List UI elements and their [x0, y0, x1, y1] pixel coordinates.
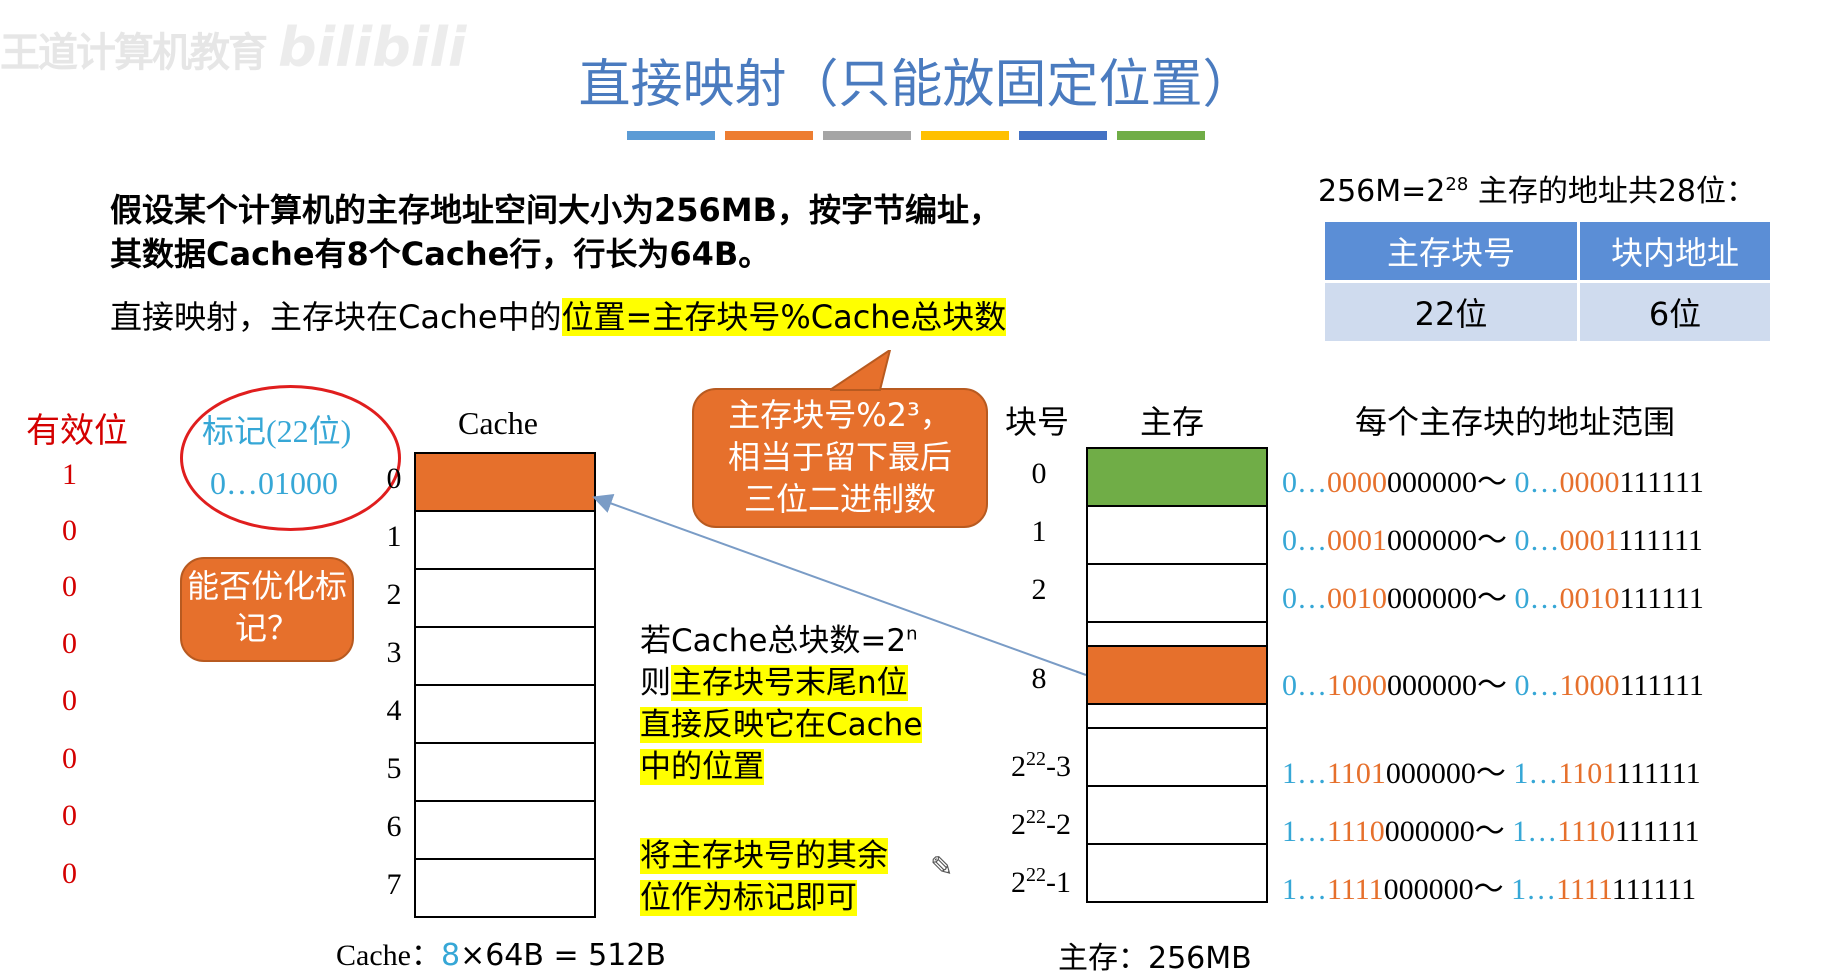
range-start-index: 1000 [1327, 669, 1387, 702]
address-range-row: 0…0000000000～ 0…0000111111 [1282, 457, 1704, 501]
range-start-offset: 000000 [1387, 582, 1477, 615]
block-index: 2 [1031, 573, 1047, 606]
range-start-prefix: 0… [1282, 669, 1327, 702]
range-end-offset: 111111 [1619, 582, 1704, 615]
address-range-row: 1…1111000000～ 1…1111111111 [1282, 864, 1696, 908]
address-range-row: 0…0001000000～ 0…0001111111 [1282, 515, 1703, 559]
range-start-prefix: 0… [1282, 582, 1327, 615]
range-start-prefix: 1… [1282, 757, 1327, 790]
range-end-index: 0010 [1559, 582, 1620, 615]
block-index-tail: -2 [1046, 808, 1071, 841]
block-index-exp: 22 [1026, 806, 1046, 828]
range-end-offset: 111111 [1619, 466, 1704, 499]
range-start-offset: 000000 [1387, 466, 1477, 499]
memory-block-n2 [1088, 787, 1266, 845]
address-range-row: 1…1101000000～ 1…1101111111 [1282, 748, 1701, 792]
range-start-index: 1110 [1327, 815, 1385, 848]
range-end-prefix: 0… [1514, 524, 1560, 557]
address-range-row: 1…1110000000～ 1…1110111111 [1282, 806, 1700, 850]
block-index: 8 [1031, 662, 1047, 695]
range-start-prefix: 0… [1282, 466, 1327, 499]
range-start-prefix: 1… [1282, 873, 1327, 906]
range-separator: ～ [1477, 669, 1515, 702]
range-end-offset: 111111 [1612, 873, 1697, 906]
range-separator: ～ [1477, 466, 1515, 499]
address-range-row: 0…1000000000～ 0…1000111111 [1282, 660, 1704, 704]
range-start-offset: 000000 [1385, 757, 1476, 790]
block-index: 1 [1031, 515, 1047, 548]
range-start-offset: 000000 [1384, 815, 1475, 848]
main-memory-blocks [1086, 447, 1268, 903]
range-end-prefix: 0… [1514, 466, 1560, 499]
range-start-index: 0010 [1327, 582, 1387, 615]
block-index-base: 2 [1011, 808, 1026, 841]
range-start-prefix: 0… [1282, 524, 1327, 557]
memory-block-gap [1088, 623, 1266, 647]
block-number-header: 块号 [1005, 403, 1070, 441]
range-end-prefix: 1… [1511, 873, 1557, 906]
memory-block-gap [1088, 705, 1266, 729]
memory-block-1 [1088, 507, 1266, 565]
block-index-tail: -3 [1046, 750, 1071, 783]
range-separator: ～ [1475, 757, 1514, 790]
range-start-offset: 000000 [1383, 873, 1474, 906]
range-start-prefix: 1… [1282, 815, 1327, 848]
range-end-index: 0001 [1559, 524, 1619, 557]
range-start-offset: 000000 [1387, 669, 1477, 702]
range-end-prefix: 0… [1514, 669, 1560, 702]
range-end-prefix: 0… [1514, 582, 1560, 615]
range-end-index: 1000 [1559, 669, 1620, 702]
range-separator: ～ [1477, 524, 1515, 557]
block-index-exp: 22 [1026, 748, 1046, 770]
memory-block-n3 [1088, 729, 1266, 787]
block-index-exp: 22 [1026, 864, 1046, 886]
block-index-base: 2 [1011, 866, 1026, 899]
range-end-index: 1101 [1558, 757, 1617, 790]
range-end-prefix: 1… [1512, 815, 1558, 848]
range-separator: ～ [1477, 582, 1515, 615]
range-end-index: 1111 [1556, 873, 1613, 906]
memory-block-n1 [1088, 845, 1266, 901]
block-index: 222-1 [996, 864, 1086, 900]
range-end-offset: 111111 [1618, 524, 1703, 557]
block-index: 222-3 [996, 748, 1086, 784]
main-memory-header: 主存 [1140, 403, 1205, 441]
range-start-index: 1101 [1327, 757, 1386, 790]
main-memory-size-note: 主存：256MB [1058, 941, 1252, 976]
range-start-index: 1111 [1327, 873, 1384, 906]
memory-block-8 [1088, 647, 1266, 705]
block-index-tail: -1 [1046, 866, 1071, 899]
block-index: 0 [1031, 457, 1047, 490]
range-end-index: 0000 [1559, 466, 1620, 499]
range-start-index: 0001 [1327, 524, 1387, 557]
range-end-offset: 111111 [1616, 757, 1701, 790]
range-end-offset: 111111 [1619, 669, 1704, 702]
block-index: 222-2 [996, 806, 1086, 842]
range-end-prefix: 1… [1513, 757, 1559, 790]
block-index-base: 2 [1011, 750, 1026, 783]
range-end-offset: 111111 [1615, 815, 1700, 848]
address-range-row: 0…0010000000～ 0…0010111111 [1282, 573, 1704, 617]
address-range-header: 每个主存块的地址范围 [1355, 403, 1676, 441]
range-separator: ～ [1473, 873, 1512, 906]
range-start-index: 0000 [1327, 466, 1387, 499]
range-end-index: 1110 [1557, 815, 1616, 848]
range-start-offset: 000000 [1387, 524, 1477, 557]
memory-block-2 [1088, 565, 1266, 623]
memory-block-0 [1088, 449, 1266, 507]
range-separator: ～ [1474, 815, 1513, 848]
